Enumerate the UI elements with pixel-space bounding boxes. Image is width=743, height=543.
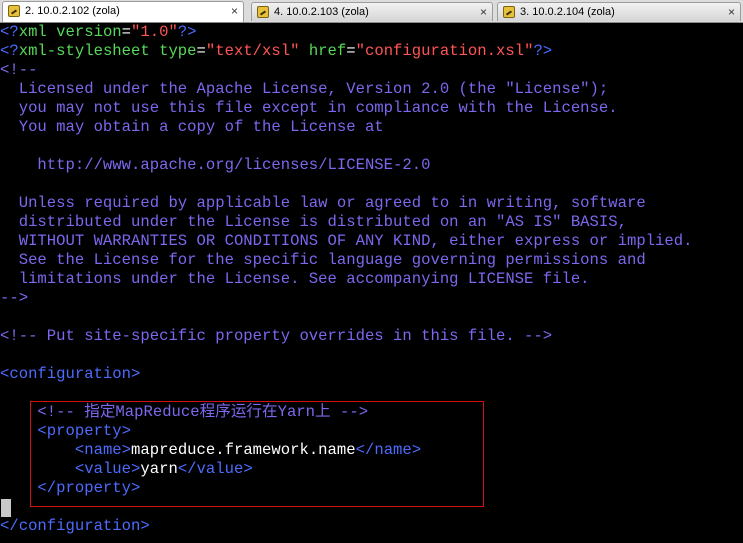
tab-session-104[interactable]: 3. 10.0.2.104 (zola) × — [497, 2, 741, 21]
putty-icon — [8, 5, 20, 17]
tab-label: 2. 10.0.2.102 (zola) — [25, 5, 120, 17]
license-comment-line: distributed under the License is distrib… — [0, 213, 627, 231]
xml-declaration-line: <?xml version="1.0"?> — [0, 23, 197, 41]
configuration-close-tag: </configuration> — [0, 517, 150, 535]
tab-label: 3. 10.0.2.104 (zola) — [520, 6, 615, 18]
close-tab-icon[interactable]: × — [480, 5, 487, 19]
property-name-value: mapreduce.framework.name — [131, 441, 356, 459]
license-comment-line: See the License for the specific languag… — [0, 251, 646, 269]
tab-session-103[interactable]: 4. 10.0.2.103 (zola) × — [251, 2, 493, 21]
tab-session-102[interactable]: 2. 10.0.2.102 (zola) × — [2, 1, 244, 22]
property-value: yarn — [140, 460, 178, 478]
configuration-open-tag: <configuration> — [0, 365, 141, 383]
license-comment-line: WITHOUT WARRANTIES OR CONDITIONS OF ANY … — [0, 232, 693, 250]
license-comment-line: Unless required by applicable law or agr… — [0, 194, 646, 212]
license-comment-line: you may not use this file except in comp… — [0, 99, 618, 117]
close-tab-icon[interactable]: × — [231, 4, 238, 18]
close-tab-icon[interactable]: × — [728, 5, 735, 19]
putty-icon — [503, 6, 515, 18]
yarn-comment: <!-- 指定MapReduce程序运行在Yarn上 --> — [0, 403, 369, 421]
stylesheet-declaration-line: <?xml-stylesheet type="text/xsl" href="c… — [0, 42, 553, 60]
text-cursor — [1, 499, 11, 517]
putty-icon — [257, 6, 269, 18]
tab-bar: 2. 10.0.2.102 (zola) × 4. 10.0.2.103 (zo… — [0, 0, 743, 23]
license-comment-line: limitations under the License. See accom… — [0, 270, 590, 288]
license-url-line: http://www.apache.org/licenses/LICENSE-2… — [0, 156, 431, 174]
tab-label: 4. 10.0.2.103 (zola) — [274, 6, 369, 18]
license-comment-line: You may obtain a copy of the License at — [0, 118, 384, 136]
property-close-tag: </property> — [0, 479, 141, 497]
license-comment-line: <!-- — [0, 61, 38, 79]
license-comment-line: Licensed under the Apache License, Versi… — [0, 80, 609, 98]
license-comment-end: --> — [0, 289, 29, 307]
site-specific-comment: <!-- Put site-specific property override… — [0, 327, 553, 345]
terminal-editor[interactable]: <?xml version="1.0"?> <?xml-stylesheet t… — [0, 23, 743, 543]
property-open-tag: <property> — [0, 422, 132, 440]
value-element-line: <value>yarn</value> — [74, 460, 253, 478]
name-element-line: <name>mapreduce.framework.name</name> — [74, 441, 422, 459]
